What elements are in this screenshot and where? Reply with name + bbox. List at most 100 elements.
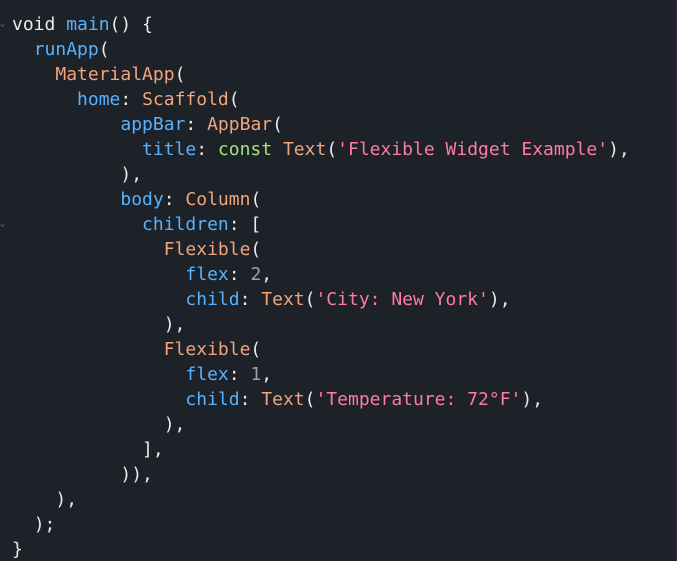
code-token: appBar	[120, 114, 186, 135]
code-line-20[interactable]: ),	[12, 487, 630, 512]
code-token: body	[120, 189, 164, 210]
code-token: (	[326, 139, 338, 160]
code-token: Text	[261, 289, 305, 310]
code-token: :	[163, 189, 186, 210]
chevron-down-icon[interactable]: ⌄	[0, 20, 7, 28]
code-token: ),	[55, 489, 78, 510]
code-line-13[interactable]: ),	[12, 312, 630, 337]
code-line-18[interactable]: ],	[12, 437, 630, 462]
code-token: AppBar	[207, 114, 273, 135]
code-token: 'City: New York'	[315, 289, 489, 310]
code-line-14[interactable]: Flexible(	[12, 337, 630, 362]
code-token: (	[272, 114, 283, 135]
code-token: (	[304, 289, 316, 310]
code-content[interactable]: void main() { runApp( MaterialApp( home:…	[12, 12, 630, 561]
code-token: (	[174, 64, 186, 85]
code-line-17[interactable]: ),	[12, 412, 630, 437]
code-line-5[interactable]: appBar: AppBar(	[12, 112, 630, 137]
code-token: 2	[250, 264, 262, 285]
code-token: MaterialApp	[55, 64, 175, 85]
code-line-21[interactable]: );	[12, 512, 630, 537]
code-token: ,	[261, 364, 273, 385]
code-token: const	[217, 139, 283, 160]
code-token: Flexible	[163, 239, 251, 260]
code-token: ,	[261, 264, 273, 285]
code-token: ),	[521, 389, 544, 410]
code-line-8[interactable]: body: Column(	[12, 187, 630, 212]
code-line-4[interactable]: home: Scaffold(	[12, 87, 630, 112]
code-line-10[interactable]: Flexible(	[12, 237, 630, 262]
code-token: 1	[250, 364, 262, 385]
code-token: :	[120, 89, 143, 110]
code-line-6[interactable]: title: const Text('Flexible Widget Examp…	[12, 137, 630, 162]
chevron-down-icon[interactable]: ⌄	[0, 220, 7, 228]
code-token: Text	[261, 389, 305, 410]
code-token: :	[228, 364, 251, 385]
code-token: ),	[488, 289, 511, 310]
code-token: void	[12, 14, 67, 35]
code-token: title	[142, 139, 197, 160]
code-line-2[interactable]: runApp(	[12, 37, 630, 62]
code-token: :	[239, 289, 262, 310]
code-token: Text	[282, 139, 327, 160]
code-token: (	[250, 239, 262, 260]
code-line-3[interactable]: MaterialApp(	[12, 62, 630, 87]
code-token: ),	[163, 314, 186, 335]
code-token: Column	[185, 189, 251, 210]
code-token: child	[185, 389, 240, 410]
code-token: main	[66, 14, 110, 35]
code-line-19[interactable]: )),	[12, 462, 630, 487]
code-token: :	[196, 139, 218, 160]
code-token: 'Flexible Widget Example'	[337, 139, 609, 160]
code-token: (	[250, 339, 262, 360]
code-token: 'Temperature: 72°F'	[315, 389, 522, 410]
code-token: (	[304, 389, 316, 410]
code-token: ),	[163, 414, 186, 435]
code-line-15[interactable]: flex: 1,	[12, 362, 630, 387]
code-editor[interactable]: void main() { runApp( MaterialApp( home:…	[0, 0, 677, 561]
code-token: Scaffold	[142, 89, 229, 110]
code-token: ),	[608, 139, 630, 160]
code-token: :	[239, 389, 262, 410]
code-token: (	[98, 39, 110, 60]
code-line-1[interactable]: void main() {	[12, 12, 630, 37]
code-line-11[interactable]: flex: 2,	[12, 262, 630, 287]
code-token: flex	[185, 264, 229, 285]
code-token: )),	[120, 464, 153, 485]
code-token: );	[33, 514, 56, 535]
code-token: :	[185, 114, 208, 135]
code-token: (	[228, 89, 240, 110]
code-line-7[interactable]: ),	[12, 162, 630, 187]
code-token: flex	[185, 364, 229, 385]
code-line-12[interactable]: child: Text('City: New York'),	[12, 287, 630, 312]
code-token: children	[142, 214, 229, 235]
code-token: () {	[109, 14, 153, 35]
code-token: ),	[120, 164, 143, 185]
code-token: : [	[228, 214, 262, 235]
code-line-22[interactable]: }	[12, 537, 630, 561]
code-line-9[interactable]: children: [	[12, 212, 630, 237]
code-token: (	[250, 189, 262, 210]
code-token: :	[228, 264, 251, 285]
code-token: Flexible	[163, 339, 251, 360]
code-line-16[interactable]: child: Text('Temperature: 72°F'),	[12, 387, 630, 412]
code-token: runApp	[33, 39, 99, 60]
